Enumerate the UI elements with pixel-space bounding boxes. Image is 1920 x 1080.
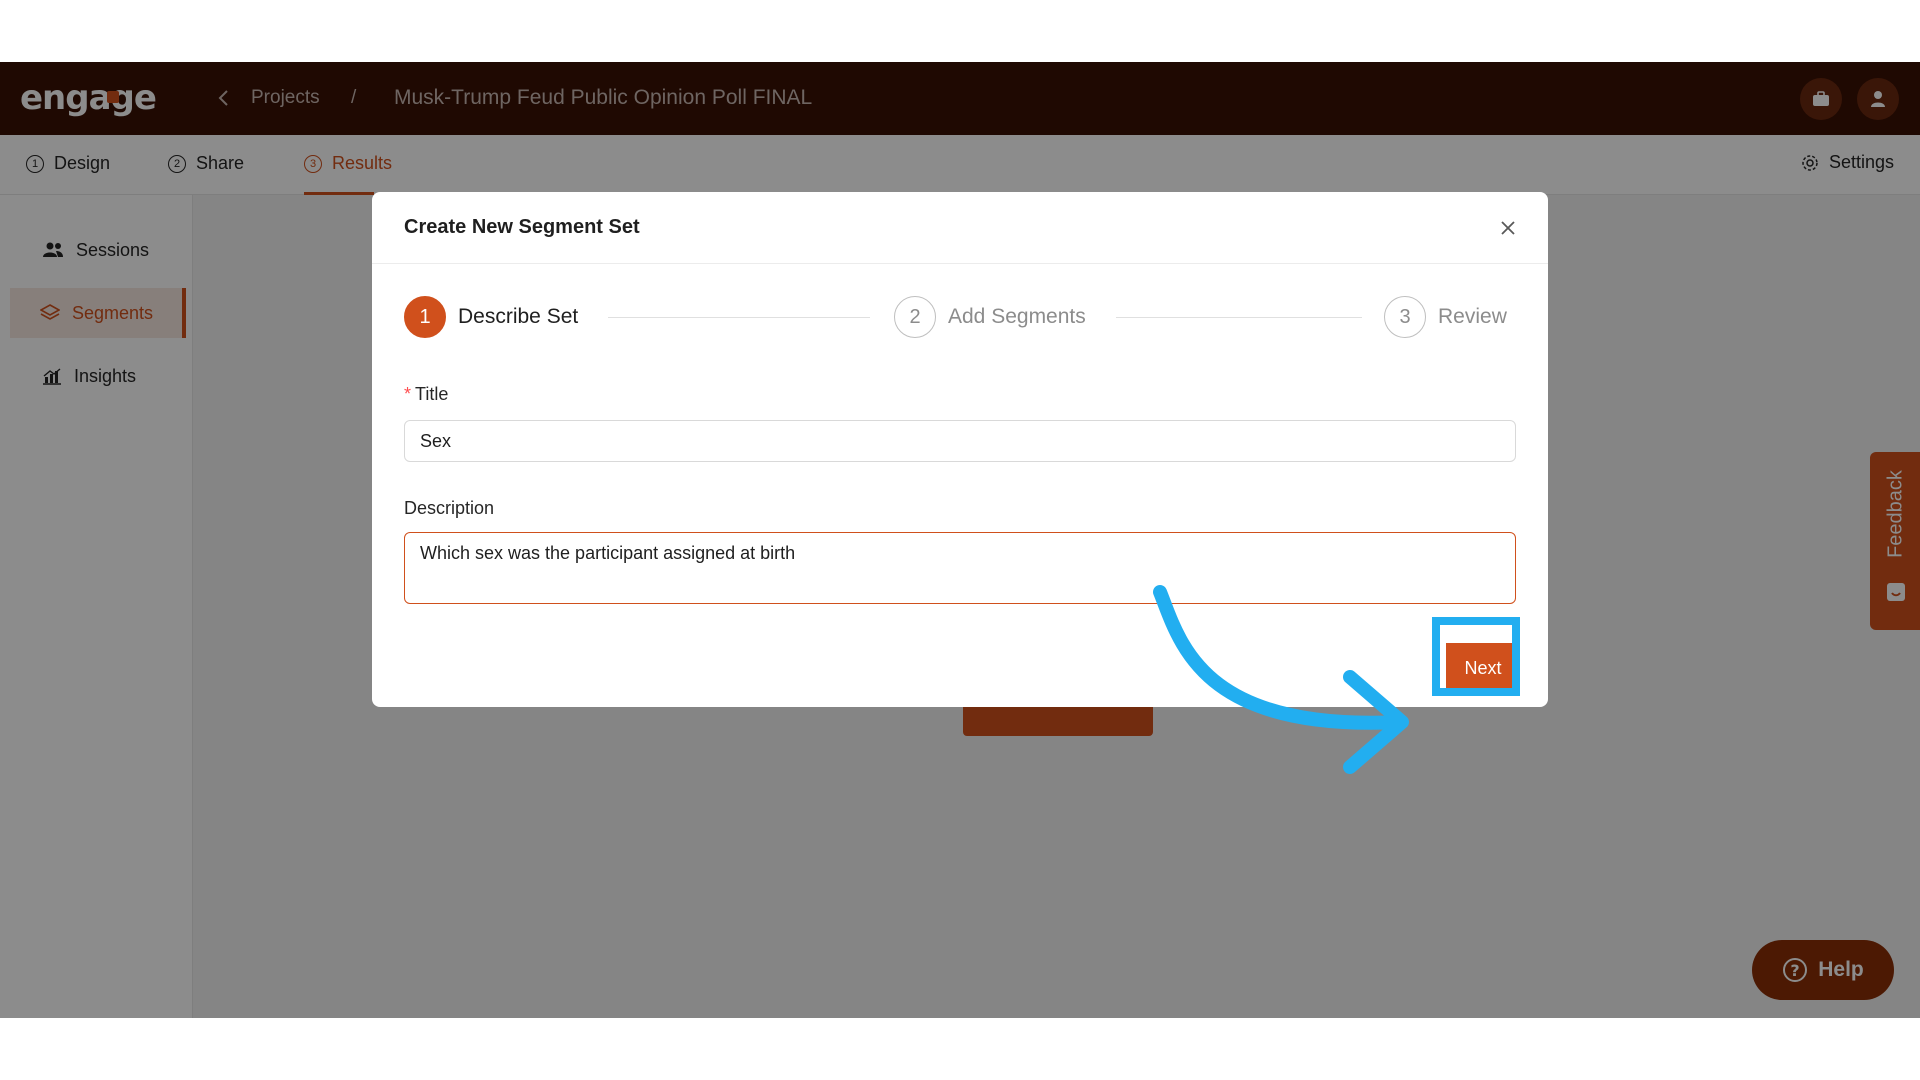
step-label: Review [1438,305,1507,328]
modal-header: Create New Segment Set [372,192,1548,264]
next-button-highlight [1432,617,1520,696]
step-describe-set: 1 Describe Set [404,296,578,338]
tutorial-arrow-annotation [1153,585,1409,774]
description-field-label: Description [404,498,495,518]
step-number: 1 [404,296,446,338]
title-field-label: * Title [404,384,449,404]
step-add-segments: 2 Add Segments [894,296,1086,338]
step-number: 3 [1384,296,1426,338]
step-number: 2 [894,296,936,338]
app-frame: engage Projects / Musk-Trump Feud Public… [0,62,1920,1018]
required-asterisk: * [404,384,412,404]
step-review: 3 Review [1384,296,1507,338]
step-connector [1116,317,1362,318]
close-icon[interactable] [1498,218,1518,238]
step-label: Describe Set [458,305,579,328]
step-connector [608,317,870,318]
modal-title: Create New Segment Set [404,216,640,238]
title-input[interactable]: Sex [404,420,1516,462]
step-label: Add Segments [948,305,1086,328]
